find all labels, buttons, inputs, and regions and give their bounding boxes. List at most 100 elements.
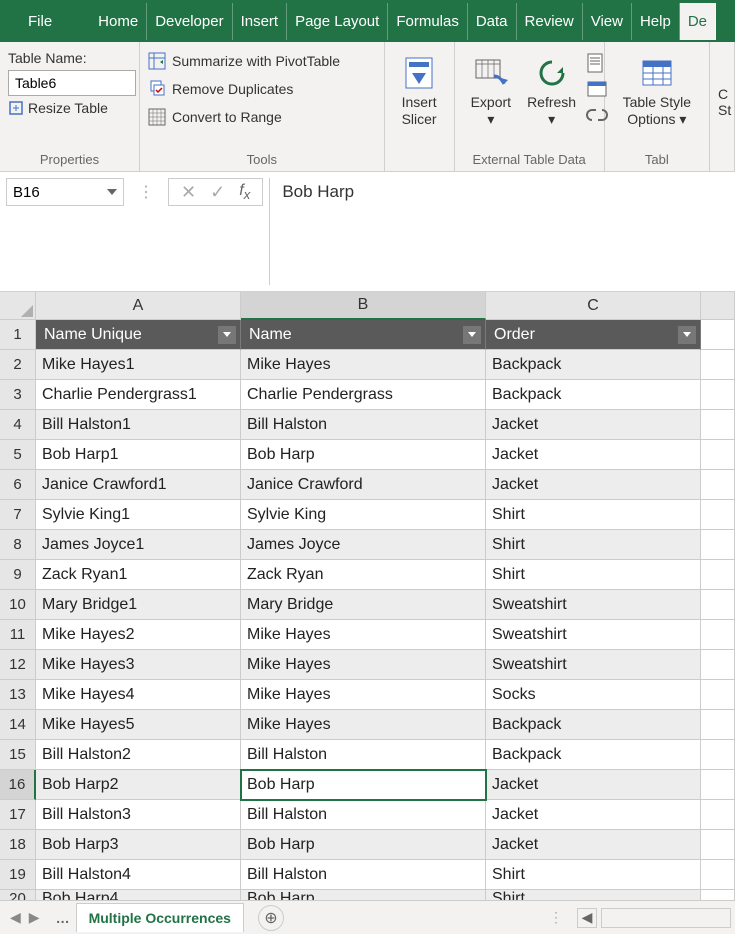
cell[interactable]: James Joyce1	[36, 530, 241, 560]
cell[interactable]: James Joyce	[241, 530, 486, 560]
cell[interactable]: Bob Harp3	[36, 830, 241, 860]
cell[interactable]: Shirt	[486, 890, 701, 900]
cell[interactable]: Mike Hayes5	[36, 710, 241, 740]
cell[interactable]	[701, 440, 735, 470]
row-header[interactable]: 18	[0, 830, 36, 860]
row-header[interactable]: 1	[0, 320, 36, 350]
cell[interactable]: Backpack	[486, 380, 701, 410]
cell[interactable]	[701, 320, 735, 350]
cell[interactable]: Mike Hayes1	[36, 350, 241, 380]
fb-options-icon[interactable]: ⋮	[130, 178, 162, 206]
enter-icon[interactable]: ✓	[210, 182, 225, 203]
cell[interactable]: Bill Halston4	[36, 860, 241, 890]
row-header[interactable]: 12	[0, 650, 36, 680]
row-header[interactable]: 11	[0, 620, 36, 650]
summarize-pivot-button[interactable]: Summarize with PivotTable	[148, 52, 376, 70]
hscroll-track[interactable]	[601, 908, 731, 928]
cell[interactable]: Bill Halston2	[36, 740, 241, 770]
cell[interactable]: Shirt	[486, 530, 701, 560]
cell[interactable]: Mike Hayes	[241, 350, 486, 380]
cell[interactable]	[701, 350, 735, 380]
cell[interactable]	[701, 830, 735, 860]
row-header[interactable]: 13	[0, 680, 36, 710]
row-header[interactable]: 4	[0, 410, 36, 440]
col-header-c[interactable]: C	[486, 292, 701, 320]
select-all-corner[interactable]	[0, 292, 36, 320]
cell[interactable]: Mike Hayes	[241, 620, 486, 650]
cell[interactable]: Bob Harp	[241, 440, 486, 470]
cell[interactable]: Bob Harp2	[36, 770, 241, 800]
row-header[interactable]: 16	[0, 770, 36, 800]
cell[interactable]: Mike Hayes2	[36, 620, 241, 650]
cell[interactable]: Bob Harp	[241, 830, 486, 860]
add-sheet-button[interactable]: ⊕	[258, 905, 284, 931]
filter-dropdown-icon[interactable]	[463, 326, 481, 344]
cell[interactable]: Jacket	[486, 470, 701, 500]
cell[interactable]: Jacket	[486, 410, 701, 440]
filter-dropdown-icon[interactable]	[218, 326, 236, 344]
cell[interactable]: Bob Harp4	[36, 890, 241, 900]
row-header[interactable]: 8	[0, 530, 36, 560]
tab-developer[interactable]: Developer	[147, 3, 232, 40]
sheet-nav-prev-icon[interactable]: ◀	[10, 909, 21, 926]
cell[interactable]: Sweatshirt	[486, 590, 701, 620]
cell[interactable]	[701, 380, 735, 410]
tab-file[interactable]: File	[10, 3, 70, 40]
formula-input[interactable]: Bob Harp	[269, 178, 729, 285]
cell[interactable]	[701, 560, 735, 590]
cell[interactable]: Jacket	[486, 440, 701, 470]
cell[interactable]	[701, 710, 735, 740]
row-header[interactable]: 7	[0, 500, 36, 530]
cell[interactable]: Zack Ryan1	[36, 560, 241, 590]
cell[interactable]: Shirt	[486, 860, 701, 890]
tab-view[interactable]: View	[583, 3, 632, 40]
row-header[interactable]: 10	[0, 590, 36, 620]
row-header[interactable]: 17	[0, 800, 36, 830]
table-header-name-unique[interactable]: Name Unique	[36, 320, 241, 350]
sheet-tab-active[interactable]: Multiple Occurrences	[76, 903, 244, 932]
cell[interactable]: Jacket	[486, 770, 701, 800]
scroll-left-button[interactable]: ◀	[577, 908, 597, 928]
cell[interactable]: Mike Hayes3	[36, 650, 241, 680]
cell[interactable]	[701, 860, 735, 890]
cancel-icon[interactable]: ✕	[181, 182, 196, 203]
cell[interactable]	[701, 410, 735, 440]
cell[interactable]: Backpack	[486, 350, 701, 380]
cell[interactable]: Janice Crawford	[241, 470, 486, 500]
col-header-b[interactable]: B	[241, 292, 486, 320]
cell[interactable]	[701, 500, 735, 530]
cell[interactable]: Sweatshirt	[486, 650, 701, 680]
cell[interactable]: Shirt	[486, 560, 701, 590]
cell[interactable]: Mary Bridge	[241, 590, 486, 620]
cell[interactable]: Jacket	[486, 800, 701, 830]
convert-range-button[interactable]: Convert to Range	[148, 108, 376, 126]
row-header[interactable]: 19	[0, 860, 36, 890]
cell[interactable]	[701, 590, 735, 620]
cell[interactable]: Mike Hayes4	[36, 680, 241, 710]
cell[interactable]: Bill Halston3	[36, 800, 241, 830]
cell[interactable]	[701, 620, 735, 650]
filter-dropdown-icon[interactable]	[678, 326, 696, 344]
resize-table-button[interactable]: Resize Table	[8, 100, 131, 116]
scroll-split-icon[interactable]: ⋮	[539, 909, 573, 926]
row-header[interactable]: 5	[0, 440, 36, 470]
row-header[interactable]: 20	[0, 890, 36, 900]
cell[interactable]: Bob Harp	[241, 890, 486, 900]
cell[interactable]: Bill Halston	[241, 800, 486, 830]
cell[interactable]: Zack Ryan	[241, 560, 486, 590]
cell[interactable]: Jacket	[486, 830, 701, 860]
tab-page-layout[interactable]: Page Layout	[287, 3, 388, 40]
cell[interactable]: Shirt	[486, 500, 701, 530]
sheet-nav-next-icon[interactable]: ▶	[29, 909, 40, 926]
remove-duplicates-button[interactable]: Remove Duplicates	[148, 80, 376, 98]
cell[interactable]: Bill Halston	[241, 740, 486, 770]
cell[interactable]: Mary Bridge1	[36, 590, 241, 620]
cell[interactable]: Backpack	[486, 710, 701, 740]
cell[interactable]: Mike Hayes	[241, 680, 486, 710]
tab-insert[interactable]: Insert	[233, 3, 288, 40]
cell[interactable]: Bill Halston1	[36, 410, 241, 440]
name-box-dropdown-icon[interactable]	[107, 189, 117, 195]
cell[interactable]	[701, 740, 735, 770]
cell[interactable]: Bill Halston	[241, 410, 486, 440]
tab-help[interactable]: Help	[632, 3, 680, 40]
